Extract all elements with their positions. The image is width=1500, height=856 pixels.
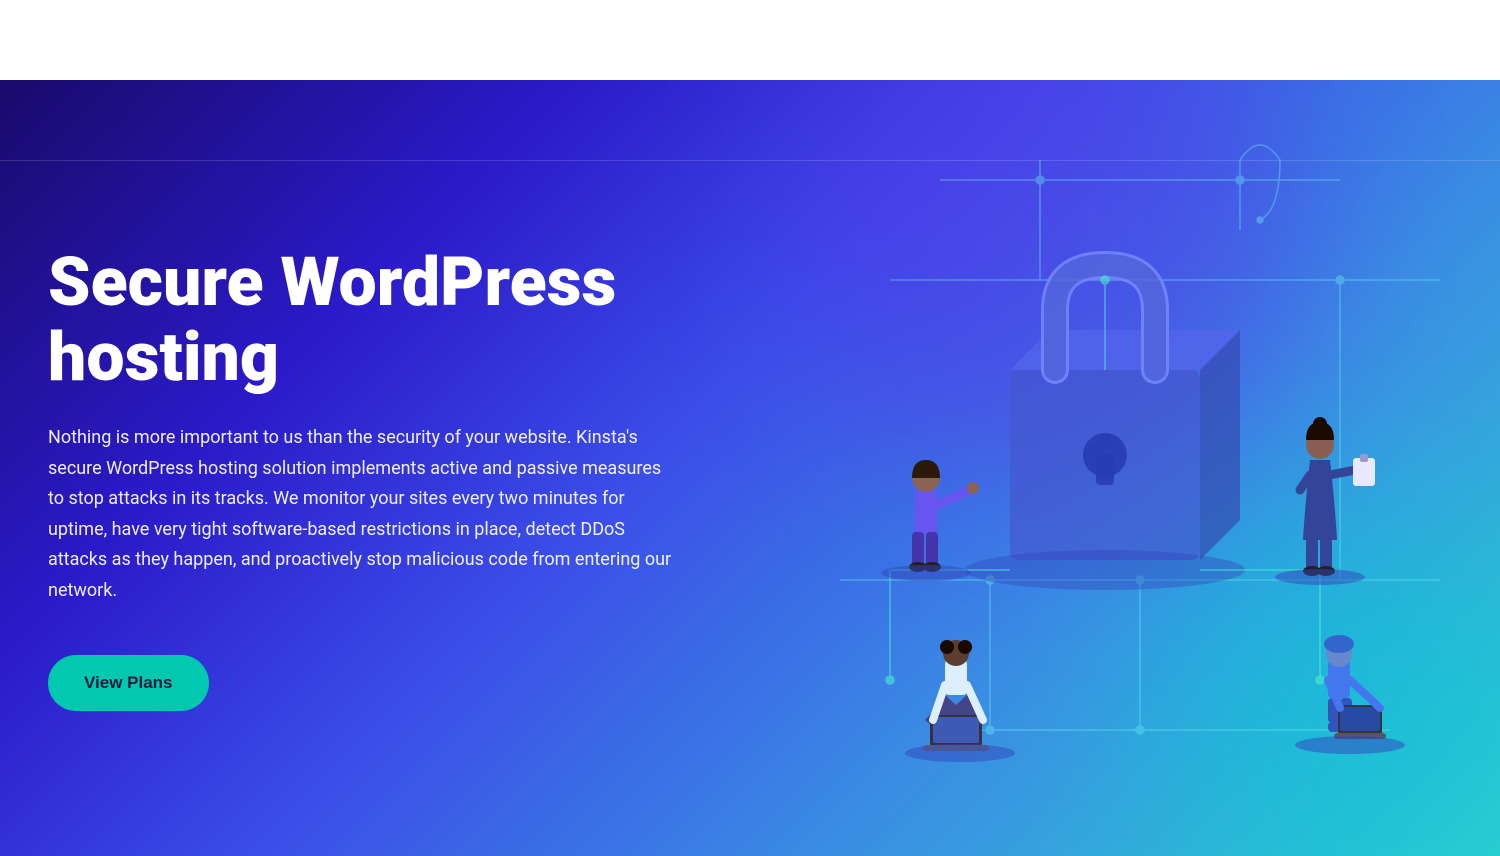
hero-title: Secure WordPress hosting: [48, 245, 678, 395]
hero-description: Nothing is more important to us than the…: [48, 423, 678, 607]
hero-content: Secure WordPress hosting Nothing is more…: [0, 245, 678, 710]
chevron-down-icon: ▾: [759, 35, 764, 46]
login-link[interactable]: Login: [1195, 31, 1235, 50]
nav-separator: [0, 160, 1500, 161]
logo[interactable]: kinsta: [48, 20, 158, 60]
hero-section: Secure WordPress hosting Nothing is more…: [0, 80, 1500, 856]
hero-illustration: [740, 80, 1500, 856]
nav-clients[interactable]: Clients ▾: [706, 31, 765, 50]
view-plans-button[interactable]: View Plans: [48, 655, 209, 711]
chevron-down-icon: ▾: [589, 35, 594, 46]
nav-contact-us[interactable]: Contact Us ▾: [800, 31, 888, 50]
nav-plans[interactable]: Plans: [630, 31, 670, 50]
svg-text:kinsta: kinsta: [48, 24, 129, 56]
nav-features[interactable]: Features: [419, 31, 481, 50]
chevron-down-icon: ▾: [883, 35, 888, 46]
nav-solutions[interactable]: Solutions ▾: [517, 31, 593, 50]
search-button[interactable]: [1149, 29, 1171, 51]
main-navigation: kinsta Features Solutions ▾ Plans Client…: [0, 0, 1500, 80]
search-icon: [1149, 29, 1171, 51]
nav-actions: Login Schedule a Demo: [1149, 17, 1452, 63]
schedule-demo-button[interactable]: Schedule a Demo: [1259, 17, 1452, 63]
nav-links: Features Solutions ▾ Plans Clients ▾ Con…: [419, 31, 888, 50]
